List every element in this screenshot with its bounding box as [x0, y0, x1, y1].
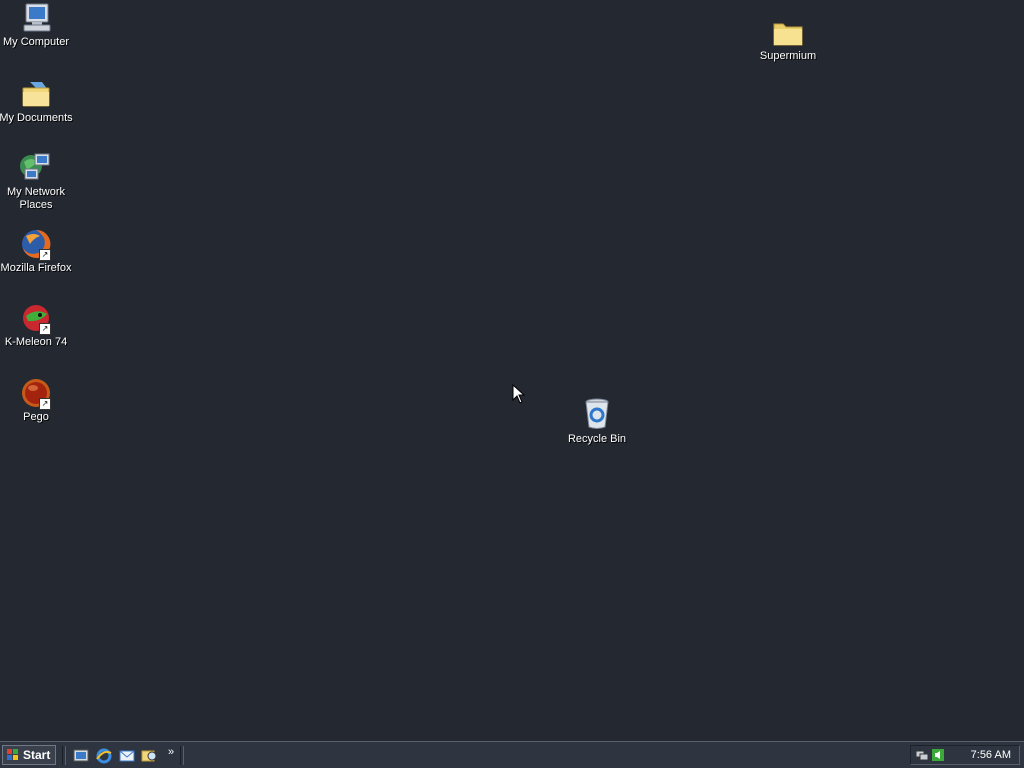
volume-tray-icon[interactable] — [931, 748, 945, 762]
desktop-icon-pego[interactable]: ↗ Pego — [0, 377, 74, 424]
show-desktop-icon[interactable] — [72, 747, 90, 765]
network-places-icon — [20, 153, 50, 180]
taskbar-separator — [62, 746, 66, 765]
my-documents-icon — [22, 82, 50, 107]
desktop-icon-my-computer[interactable]: My Computer — [0, 2, 74, 49]
shortcut-arrow-icon: ↗ — [39, 398, 51, 410]
desktop-icon-label: Supermium — [759, 50, 817, 62]
desktop-icon-label: My Network Places — [6, 186, 66, 211]
desktop-icon-label: My Documents — [0, 112, 73, 124]
start-button[interactable]: Start — [2, 745, 56, 765]
windows-logo-icon — [7, 749, 18, 760]
quick-launch-overflow-button[interactable]: » — [168, 746, 174, 758]
shortcut-arrow-icon: ↗ — [39, 249, 51, 261]
desktop-icon-my-network-places[interactable]: My Network Places — [0, 152, 74, 212]
system-tray: 7:56 AM — [910, 745, 1020, 765]
network-tray-icon[interactable] — [915, 748, 929, 762]
desktop-icon-supermium[interactable]: Supermium — [750, 18, 826, 63]
desktop-icon-mozilla-firefox[interactable]: ↗ Mozilla Firefox — [0, 228, 74, 275]
start-label: Start — [23, 748, 51, 762]
desktop-icon-k-meleon[interactable]: ↗ K-Meleon 74 — [0, 302, 74, 349]
search-icon[interactable] — [141, 747, 159, 765]
outlook-express-icon[interactable] — [118, 747, 136, 765]
taskbar: Start » 7:56 AM — [0, 741, 1024, 768]
desktop-icon-label: K-Meleon 74 — [4, 336, 68, 348]
desktop-icon-recycle-bin[interactable]: Recycle Bin — [559, 397, 635, 446]
desktop-icon-label: Mozilla Firefox — [0, 262, 72, 274]
mouse-cursor-icon — [512, 384, 526, 404]
my-computer-icon — [23, 3, 51, 32]
recycle-bin-icon — [585, 398, 609, 429]
desktop-icon-label: My Computer — [2, 36, 70, 48]
desktop-icon-label: Pego — [23, 411, 49, 423]
desktop-icon-my-documents[interactable]: My Documents — [0, 78, 74, 125]
clock[interactable]: 7:56 AM — [971, 749, 1011, 761]
taskbar-separator — [180, 746, 184, 765]
desktop: My Computer My Documents My Network Plac… — [0, 0, 1024, 741]
desktop-icon-label: Recycle Bin — [567, 433, 627, 445]
internet-explorer-icon[interactable] — [95, 747, 113, 765]
shortcut-arrow-icon: ↗ — [39, 323, 51, 335]
folder-icon — [773, 23, 803, 46]
